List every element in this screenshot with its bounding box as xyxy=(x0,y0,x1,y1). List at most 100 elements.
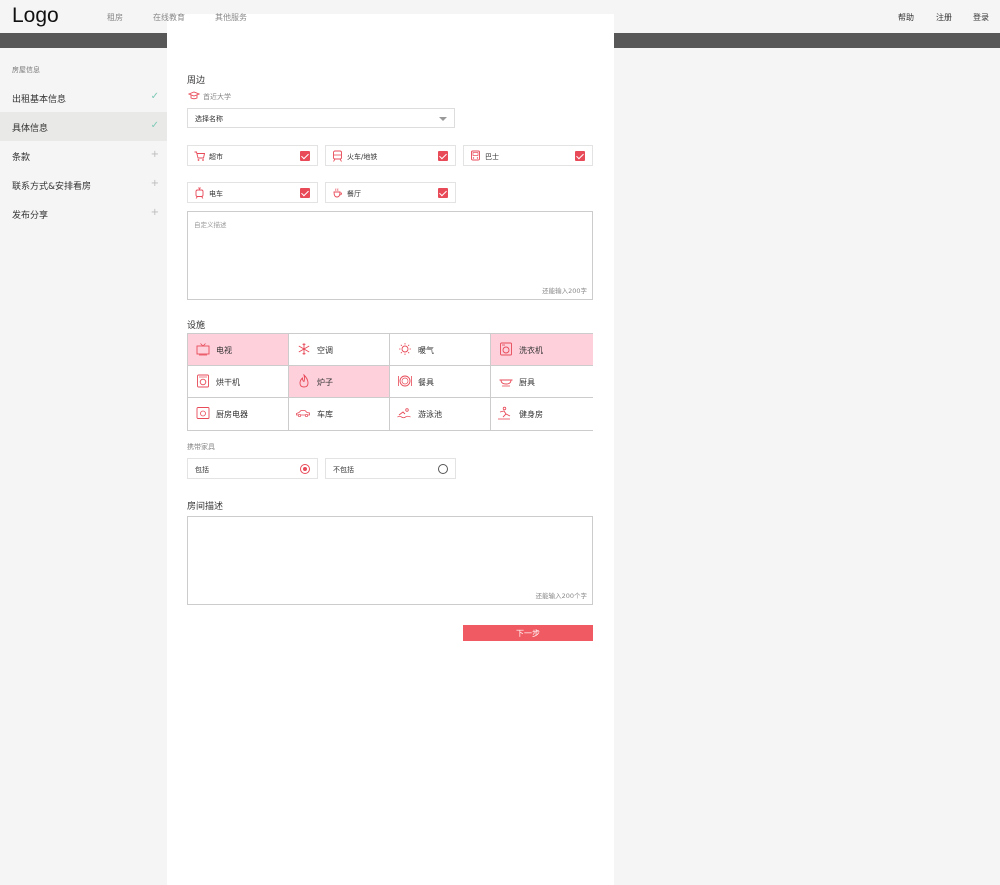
facility-label: 餐具 xyxy=(418,378,434,387)
help-link[interactable]: 帮助 xyxy=(898,12,914,23)
select-value: 选择名称 xyxy=(195,115,223,123)
facility-label: 烘干机 xyxy=(216,378,240,387)
facilities-title: 设施 xyxy=(187,321,206,331)
checkbox-checked[interactable] xyxy=(300,188,310,198)
restaurant-icon xyxy=(333,188,342,198)
university-label: 首近大学 xyxy=(203,93,231,101)
option-tram[interactable]: 电车 xyxy=(187,182,318,203)
checkbox-checked[interactable] xyxy=(300,151,310,161)
sidebar-item-label: 条款 xyxy=(12,153,31,163)
flame-icon xyxy=(299,374,309,388)
option-label: 餐厅 xyxy=(347,190,361,198)
option-label: 电车 xyxy=(209,190,223,198)
washer-icon xyxy=(500,342,512,356)
facility-label: 车库 xyxy=(317,410,333,419)
facility-label: 暖气 xyxy=(418,346,434,355)
tv-icon xyxy=(196,343,210,356)
facility-gym[interactable]: 健身房 xyxy=(491,398,593,430)
surroundings-title: 周边 xyxy=(187,76,206,86)
sidebar-item-label: 发布分享 xyxy=(12,211,49,221)
cookware-icon xyxy=(499,379,513,387)
logo[interactable]: Logo xyxy=(12,4,59,28)
radio-label: 不包括 xyxy=(333,466,354,474)
next-step-button[interactable]: 下一步 xyxy=(463,625,593,641)
furniture-option-excluded[interactable]: 不包括 xyxy=(325,458,456,479)
snowflake-icon xyxy=(298,343,310,355)
facility-tv[interactable]: 电视 xyxy=(188,334,289,366)
university-select[interactable]: 选择名称 xyxy=(187,108,455,128)
cart-icon xyxy=(194,151,205,161)
sidebar-heading: 房屋信息 xyxy=(12,66,40,74)
furniture-option-included[interactable]: 包括 xyxy=(187,458,318,479)
check-icon: ✓ xyxy=(150,120,159,131)
nav-link-rent[interactable]: 租房 xyxy=(107,12,123,23)
custom-description-textarea[interactable]: 自定义描述 还能输入200字 xyxy=(187,211,593,300)
option-bus[interactable]: 巴士 xyxy=(463,145,593,166)
char-counter: 还能输入200字 xyxy=(542,287,587,295)
option-label: 超市 xyxy=(209,153,223,161)
radio-unselected[interactable] xyxy=(438,464,448,474)
facility-label: 健身房 xyxy=(519,410,543,419)
plus-icon: + xyxy=(150,207,159,218)
sidebar-item-label: 出租基本信息 xyxy=(12,95,67,105)
facility-label: 洗衣机 xyxy=(519,346,543,355)
nav-link-other-services[interactable]: 其他服务 xyxy=(215,12,247,23)
sidebar-item-label: 联系方式&安排看房 xyxy=(12,182,92,192)
facility-label: 空调 xyxy=(317,346,333,355)
check-icon: ✓ xyxy=(150,91,159,102)
chevron-down-icon xyxy=(439,117,447,121)
tram-icon xyxy=(195,187,204,199)
dryer-icon xyxy=(197,374,209,388)
login-link[interactable]: 登录 xyxy=(973,12,989,23)
facility-label: 炉子 xyxy=(317,378,333,387)
car-icon xyxy=(296,410,310,418)
oven-icon xyxy=(196,407,210,419)
checkbox-checked[interactable] xyxy=(575,151,585,161)
char-counter: 还能输入200个字 xyxy=(535,592,587,600)
facility-garage[interactable]: 车库 xyxy=(289,398,390,430)
sidebar-item-details[interactable]: 具体信息 ✓ xyxy=(0,112,167,141)
facility-kitchen-appliances[interactable]: 厨房电器 xyxy=(188,398,289,430)
sidebar-item-label: 具体信息 xyxy=(12,124,49,134)
facility-stove[interactable]: 炉子 xyxy=(289,366,390,398)
sidebar-item-terms[interactable]: 条款 + xyxy=(0,141,167,170)
facility-label: 电视 xyxy=(216,346,232,355)
facility-dryer[interactable]: 烘干机 xyxy=(188,366,289,398)
textarea-placeholder: 自定义描述 xyxy=(194,221,227,229)
room-description-textarea[interactable]: 还能输入200个字 xyxy=(187,516,593,605)
nav-link-education[interactable]: 在线教育 xyxy=(153,12,185,23)
option-train-subway[interactable]: 火车/地铁 xyxy=(325,145,456,166)
option-restaurant[interactable]: 餐厅 xyxy=(325,182,456,203)
facilities-grid: 电视 空调 暖气 洗衣机 烘干机 炉子 餐具 厨具 厨房电器 车库 游泳池 健身… xyxy=(187,333,593,431)
option-label: 火车/地铁 xyxy=(347,153,378,161)
facility-air-conditioner[interactable]: 空调 xyxy=(289,334,390,366)
furniture-label: 携带家具 xyxy=(187,443,215,451)
sidebar-item-basic-info[interactable]: 出租基本信息 ✓ xyxy=(0,83,167,112)
facility-washing-machine[interactable]: 洗衣机 xyxy=(491,334,593,366)
fitness-icon xyxy=(498,406,511,420)
sidebar-item-contact[interactable]: 联系方式&安排看房 + xyxy=(0,170,167,199)
radio-selected[interactable] xyxy=(300,464,310,474)
sidebar-item-publish[interactable]: 发布分享 + xyxy=(0,199,167,228)
plus-icon: + xyxy=(150,178,159,189)
facility-label: 厨具 xyxy=(519,378,535,387)
tableware-icon xyxy=(398,375,412,387)
room-description-title: 房间描述 xyxy=(187,502,224,512)
facility-heating[interactable]: 暖气 xyxy=(390,334,491,366)
plus-icon: + xyxy=(150,149,159,160)
facility-tableware[interactable]: 餐具 xyxy=(390,366,491,398)
checkbox-checked[interactable] xyxy=(438,151,448,161)
bus-icon xyxy=(471,150,480,161)
facility-cookware[interactable]: 厨具 xyxy=(491,366,593,398)
facility-label: 游泳池 xyxy=(418,410,442,419)
register-link[interactable]: 注册 xyxy=(936,12,952,23)
option-label: 巴士 xyxy=(485,153,499,161)
radio-label: 包括 xyxy=(195,466,209,474)
facility-label: 厨房电器 xyxy=(216,410,248,419)
option-supermarket[interactable]: 超市 xyxy=(187,145,318,166)
graduation-cap-icon xyxy=(188,91,200,100)
checkbox-checked[interactable] xyxy=(438,188,448,198)
train-icon xyxy=(333,150,342,162)
swimming-icon xyxy=(397,408,411,419)
facility-swimming-pool[interactable]: 游泳池 xyxy=(390,398,491,430)
